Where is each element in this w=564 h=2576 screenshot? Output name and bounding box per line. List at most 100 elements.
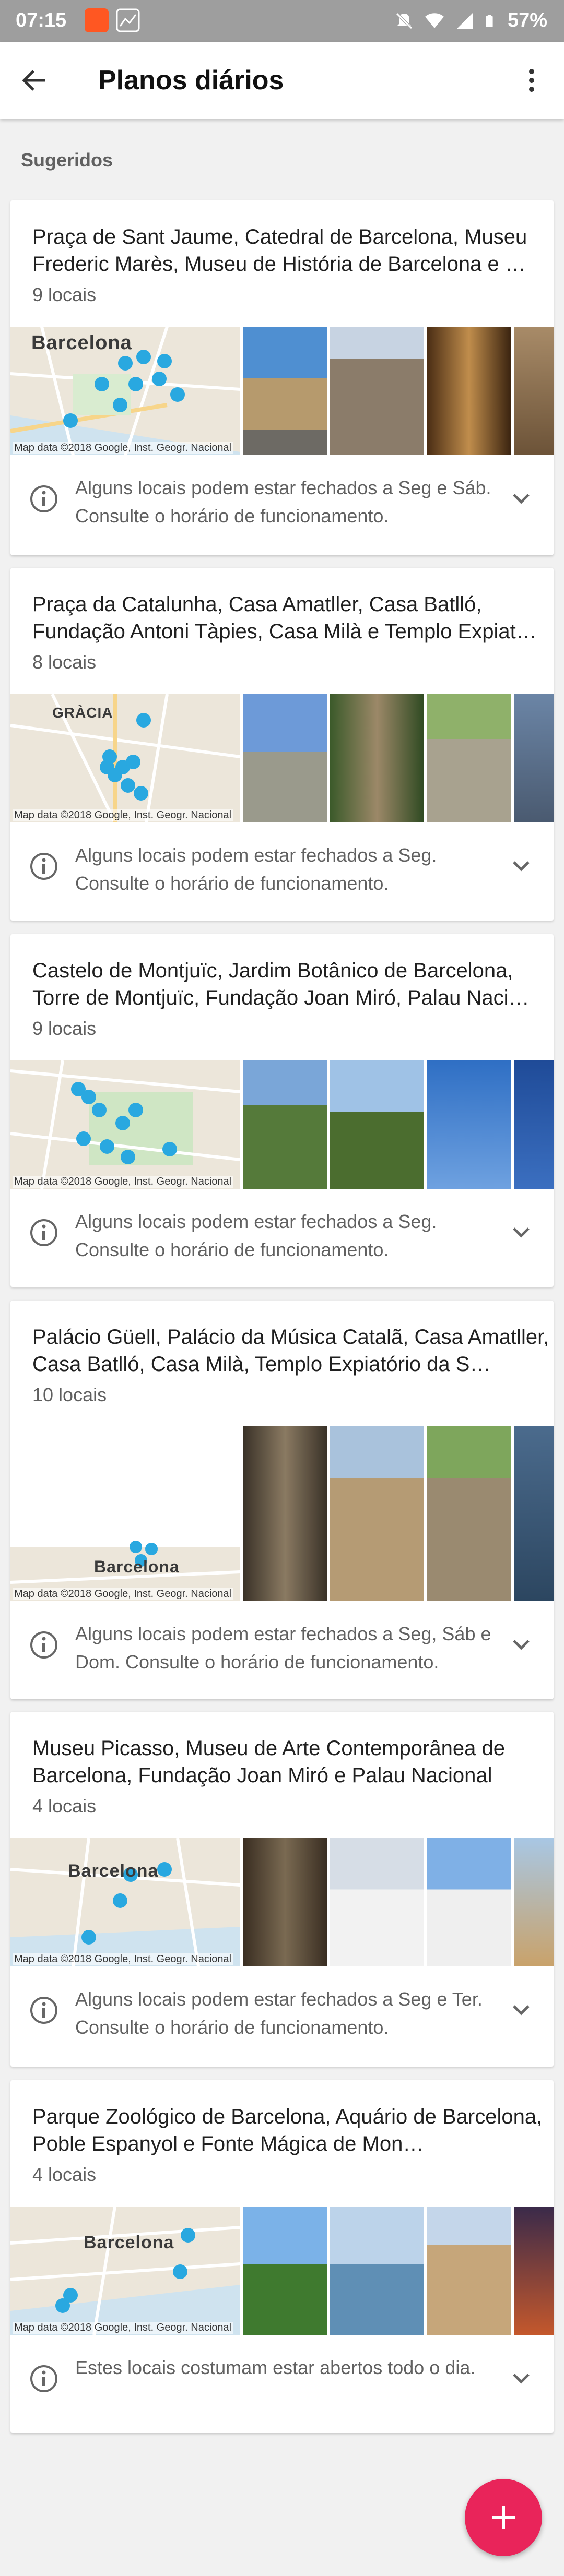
place-photo [514,1838,554,1966]
card-title: Palácio Güell, Palácio da Música Catalã,… [32,1326,549,1376]
place-photo [243,1426,327,1601]
notification-chart-icon [116,8,140,32]
place-photo [330,2207,424,2335]
status-right: 57% [394,9,547,32]
place-photo [427,694,511,822]
place-photo [330,694,424,822]
card-title: Praça de Sant Jaume, Catedral de Barcelo… [32,225,527,276]
mute-icon [396,12,413,29]
opening-note: Alguns locais podem estar fechados a Seg… [75,1211,437,1260]
place-photo [514,1060,554,1189]
status-time: 07:15 [16,9,67,31]
map-thumbnail: Barcelona Map data ©2018 Google, Inst. G… [10,1838,240,1966]
place-photo [514,2207,554,2335]
place-photo [243,1838,327,1966]
chevron-down-icon[interactable] [508,1219,535,1246]
card-media: Barcelona Map data ©2018 Google, Inst. G… [10,327,554,455]
map-graphic [10,1060,240,1189]
opening-note: Alguns locais podem estar fechados a Seg… [75,844,437,894]
place-photo [330,1060,424,1189]
map-credit: Map data ©2018 Google, Inst. Geogr. Naci… [13,809,233,821]
screen: { "status_bar": { "time": "07:15", "batt… [0,0,564,2576]
card-media: Map data ©2018 Google, Inst. Geogr. Naci… [10,1060,554,1189]
info-icon [30,1631,57,1659]
map-label: Barcelona [94,1557,180,1576]
chevron-down-icon[interactable] [508,853,535,880]
plan-card[interactable]: Museu Picasso, Museu de Arte Contemporân… [10,1712,554,2067]
place-photo [514,327,554,455]
opening-note: Alguns locais podem estar fechados a Seg… [75,1988,483,2038]
card-title: Castelo de Montjuïc, Jardim Botânico de … [32,959,530,1009]
place-photo [243,694,327,822]
status-bar: 07:15 57% [0,0,564,42]
place-photo [330,1426,424,1601]
plan-card[interactable]: Praça da Catalunha, Casa Amatller, Casa … [10,568,554,921]
place-photo [514,694,554,822]
card-title: Museu Picasso, Museu de Arte Contemporân… [32,1737,505,1787]
chevron-down-icon[interactable] [508,1631,535,1659]
card-info: Alguns locais podem estar fechados a Seg… [10,1189,554,1279]
map-thumbnail: GRÀCIA Map data ©2018 Google, Inst. Geog… [10,694,240,822]
app-bar: Planos diários [0,42,564,119]
plan-card[interactable]: Palácio Güell, Palácio da Música Catalã,… [10,1301,554,1699]
card-media: Barcelona Map data ©2018 Google, Inst. G… [10,1838,554,1966]
map-thumbnail: Map data ©2018 Google, Inst. Geogr. Naci… [10,1060,240,1189]
place-photo [427,1426,511,1601]
map-thumbnail: Barcelona Map data ©2018 Google, Inst. G… [10,327,240,455]
map-label: GRÀCIA [52,705,113,721]
plan-card[interactable]: Castelo de Montjuïc, Jardim Botânico de … [10,934,554,1287]
map-label: Barcelona [68,1861,159,1881]
map-thumbnail: Barcelona Map data ©2018 Google, Inst. G… [10,2207,240,2335]
plus-icon [492,2506,515,2529]
map-thumbnail: Barcelona Map data ©2018 Google, Inst. G… [10,1426,240,1601]
add-plan-button[interactable] [465,2479,542,2556]
card-media: GRÀCIA Map data ©2018 Google, Inst. Geog… [10,694,554,822]
arrow-back-icon[interactable] [19,65,50,96]
card-media: Barcelona Map data ©2018 Google, Inst. G… [10,1426,554,1601]
card-count: 8 locais [32,651,97,673]
map-graphic [10,1838,240,1966]
opening-note: Alguns locais podem estar fechados a Seg… [75,1623,491,1673]
chevron-down-icon[interactable] [508,1997,535,2024]
card-count: 9 locais [32,1018,97,1039]
card-count: 4 locais [32,1795,97,1817]
info-icon [30,485,57,512]
info-icon [30,1219,57,1246]
card-count: 10 locais [32,1384,107,1405]
map-credit: Map data ©2018 Google, Inst. Geogr. Naci… [13,442,233,454]
place-photo [330,1838,424,1966]
map-credit: Map data ©2018 Google, Inst. Geogr. Naci… [13,2322,233,2334]
map-credit: Map data ©2018 Google, Inst. Geogr. Naci… [13,1588,233,1600]
card-media: Barcelona Map data ©2018 Google, Inst. G… [10,2207,554,2335]
section-label: Sugeridos [21,149,113,171]
place-photo [427,2207,511,2335]
info-icon [30,1997,57,2024]
map-credit: Map data ©2018 Google, Inst. Geogr. Naci… [13,1176,233,1188]
card-info: Estes locais costumam estar abertos todo… [10,2335,554,2425]
card-info: Alguns locais podem estar fechados a Seg… [10,822,554,912]
card-info: Alguns locais podem estar fechados a Seg… [10,1966,554,2056]
plan-card[interactable]: Parque Zoológico de Barcelona, Aquário d… [10,2080,554,2433]
signal-icon [456,12,473,29]
notification-app-icon [85,8,109,32]
place-photo [243,2207,327,2335]
chevron-down-icon[interactable] [508,2365,535,2392]
place-photo [243,1060,327,1189]
plan-card[interactable]: Praça de Sant Jaume, Catedral de Barcelo… [10,200,554,555]
info-icon [30,2365,57,2392]
map-graphic [10,2207,240,2335]
more-vert-icon[interactable] [517,66,546,95]
opening-note: Estes locais costumam estar abertos todo… [75,2357,476,2378]
chevron-down-icon[interactable] [508,485,535,512]
place-photo [514,1426,554,1601]
battery-icon [486,14,493,27]
wifi-icon [425,13,444,28]
card-info: Alguns locais podem estar fechados a Seg… [10,1601,554,1691]
map-credit: Map data ©2018 Google, Inst. Geogr. Naci… [13,1953,233,1965]
place-photo [427,1838,511,1966]
card-count: 4 locais [32,2164,97,2185]
card-title: Praça da Catalunha, Casa Amatller, Casa … [32,593,537,643]
place-photo [330,327,424,455]
info-icon [30,853,57,880]
place-photo [243,327,327,455]
